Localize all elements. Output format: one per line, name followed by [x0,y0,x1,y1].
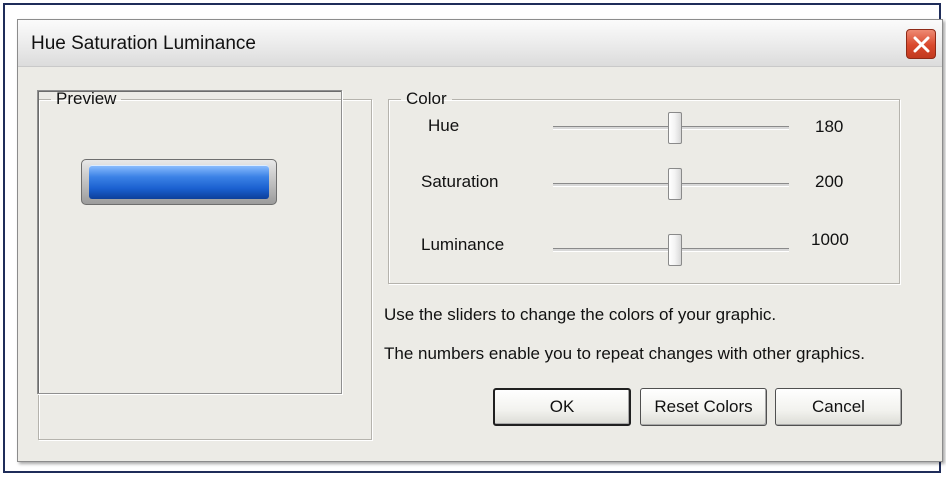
window-title: Hue Saturation Luminance [31,33,256,54]
luminance-slider-thumb[interactable] [668,234,682,266]
luminance-label: Luminance [421,235,505,254]
close-button[interactable] [906,29,936,59]
saturation-label: Saturation [421,172,499,191]
luminance-value: 1000 [811,230,849,249]
hue-slider-thumb[interactable] [668,112,682,144]
preview-graphic [81,159,277,205]
cancel-button[interactable]: Cancel [775,388,902,426]
ok-button[interactable]: OK [493,388,631,426]
color-group-label: Color [406,89,447,108]
close-icon [913,36,930,53]
saturation-slider-thumb[interactable] [668,168,682,200]
help-text-line2: The numbers enable you to repeat changes… [384,344,866,363]
reset-colors-button[interactable]: Reset Colors [640,388,767,426]
preview-graphic-fill [89,165,269,199]
hue-value: 180 [815,117,844,136]
saturation-value: 200 [815,172,844,191]
preview-canvas [37,90,342,394]
title-bar[interactable]: Hue Saturation Luminance [18,20,942,67]
hue-label: Hue [428,116,460,135]
help-text-line1: Use the sliders to change the colors of … [384,305,777,324]
